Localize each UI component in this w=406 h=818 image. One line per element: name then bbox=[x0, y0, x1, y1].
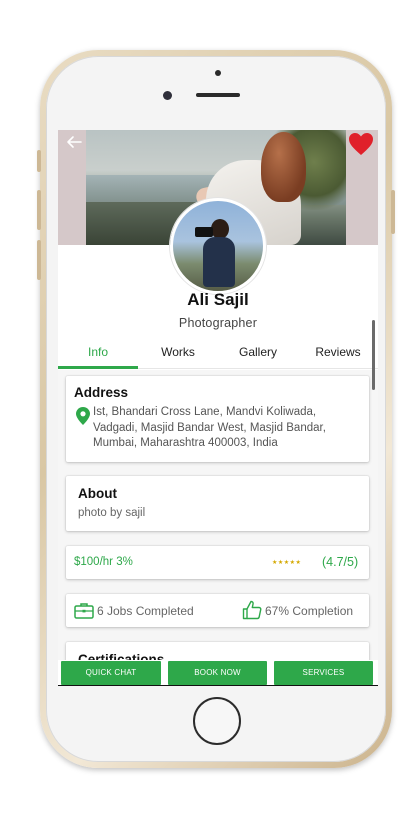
info-content[interactable]: Address Ist, Bhandari Cross Lane, Mandvi… bbox=[58, 370, 378, 686]
proximity-sensor bbox=[215, 70, 221, 76]
rating-stars: ★★★★★ bbox=[272, 560, 302, 566]
tab-gallery[interactable]: Gallery bbox=[218, 343, 298, 368]
rating-value: (4.7/5) bbox=[322, 555, 359, 569]
avatar bbox=[170, 198, 266, 294]
address-title: Address bbox=[74, 385, 129, 400]
tab-works[interactable]: Works bbox=[138, 343, 218, 368]
book-now-button[interactable]: BOOK NOW bbox=[168, 661, 267, 685]
stats-card: 6 Jobs Completed 67% Completion bbox=[66, 594, 369, 627]
power-button bbox=[391, 190, 395, 234]
hourly-rate: $100/hr 3% bbox=[74, 556, 133, 568]
about-text: photo by sajil bbox=[78, 507, 146, 519]
completion-rate: 67% Completion bbox=[265, 604, 354, 618]
volume-up-button bbox=[37, 190, 41, 230]
action-bar: QUICK CHAT BOOK NOW SERVICES bbox=[58, 660, 378, 686]
front-camera bbox=[163, 91, 172, 100]
services-button[interactable]: SERVICES bbox=[274, 661, 373, 685]
location-pin-icon bbox=[76, 407, 90, 425]
about-card: About photo by sajil bbox=[66, 476, 369, 531]
profile-role: Photographer bbox=[178, 316, 258, 330]
briefcase-icon bbox=[74, 603, 94, 619]
thumbs-up-icon bbox=[242, 600, 262, 620]
jobs-completed: 6 Jobs Completed bbox=[97, 604, 194, 618]
profile-tabs: Info Works Gallery Reviews bbox=[58, 343, 378, 369]
screen-bottom-edge bbox=[58, 685, 378, 686]
heart-icon[interactable] bbox=[348, 132, 374, 156]
about-title: About bbox=[78, 486, 117, 501]
tab-reviews[interactable]: Reviews bbox=[298, 343, 378, 368]
home-button[interactable] bbox=[193, 697, 241, 745]
address-card: Address Ist, Bhandari Cross Lane, Mandvi… bbox=[66, 376, 369, 462]
scrollbar[interactable] bbox=[372, 320, 375, 390]
volume-down-button bbox=[37, 240, 41, 280]
rate-card: $100/hr 3% ★★★★★ (4.7/5) bbox=[66, 546, 369, 579]
app-screen: Ali Sajil Photographer Info Works Galler… bbox=[58, 130, 378, 686]
address-text: Ist, Bhandari Cross Lane, Mandvi Koliwad… bbox=[93, 406, 326, 449]
back-arrow-icon[interactable] bbox=[66, 135, 82, 149]
profile-name: Ali Sajil bbox=[187, 290, 249, 309]
quick-chat-button[interactable]: QUICK CHAT bbox=[61, 661, 161, 685]
tab-info[interactable]: Info bbox=[58, 343, 138, 369]
earpiece-speaker bbox=[196, 93, 240, 97]
mute-switch bbox=[37, 150, 41, 172]
